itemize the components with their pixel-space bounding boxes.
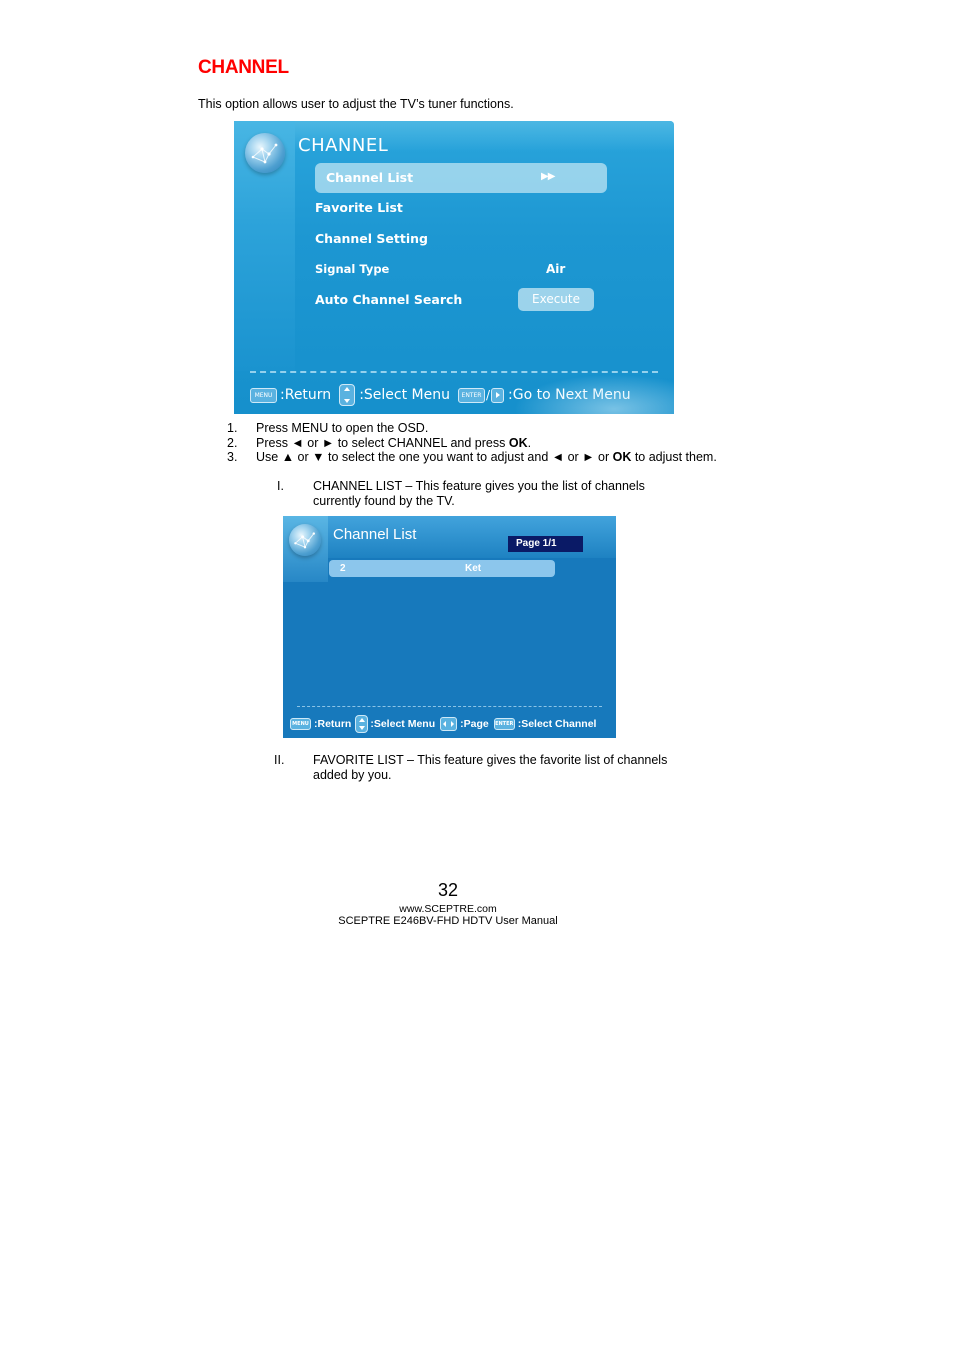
osd-footer-hints: MENU :Return :Select Menu :Page ENTER :S… <box>290 715 596 733</box>
menu-item-label: Channel List <box>326 170 414 185</box>
enter-key-icon: ENTER <box>493 718 515 730</box>
section-intro: This option allows user to adjust the TV… <box>198 97 514 111</box>
select-channel-hint: :Select Channel <box>517 718 597 730</box>
page-indicator: Page 1/1 <box>508 536 583 552</box>
step-bold-text: OK <box>508 435 528 450</box>
channel-name: Ket <box>465 563 482 574</box>
globe-icon <box>289 524 321 556</box>
step-bold-text: OK <box>612 450 632 465</box>
step-number: 3. <box>227 450 238 465</box>
step-item: 3. Use ▲ or ▼ to select the one you want… <box>227 450 722 465</box>
section-heading: CHANNEL <box>198 57 289 78</box>
execute-button[interactable]: Execute <box>518 288 594 311</box>
screen-glare <box>514 374 674 414</box>
step-item: 1. Press MENU to open the OSD. <box>227 421 722 436</box>
step-text: . <box>527 435 532 450</box>
select-menu-hint: :Select Menu <box>359 387 450 403</box>
step-number: 1. <box>227 421 238 435</box>
menu-item-favorite-list[interactable]: Favorite List <box>315 200 403 215</box>
divider <box>297 706 602 707</box>
return-hint: :Return <box>314 718 352 730</box>
page-hint: :Page <box>460 718 489 730</box>
sub-item-number: I. <box>277 479 284 493</box>
menu-item-auto-channel-search[interactable]: Auto Channel Search <box>315 292 462 307</box>
menu-key-icon: MENU <box>250 387 277 403</box>
return-hint: :Return <box>280 387 332 403</box>
osd-title: Channel List <box>333 526 417 543</box>
menu-item-channel-list[interactable]: Channel List ▶▶ <box>315 163 607 193</box>
instruction-steps: 1. Press MENU to open the OSD. 2. Press … <box>227 421 722 465</box>
globe-icon <box>245 133 285 173</box>
step-number: 2. <box>227 435 238 450</box>
slash: / <box>485 388 491 402</box>
menu-key-icon: MENU <box>290 718 311 730</box>
sub-item-text: CHANNEL LIST – This feature gives you th… <box>313 479 645 508</box>
menu-item-channel-setting[interactable]: Channel Setting <box>315 231 428 246</box>
menu-item-signal-type[interactable]: Signal Type <box>315 262 389 276</box>
divider <box>250 371 658 373</box>
manual-title: SCEPTRE E246BV-FHD HDTV User Manual <box>338 915 558 927</box>
select-menu-hint: :Select Menu <box>370 718 436 730</box>
sub-item-text: FAVORITE LIST – This feature gives the f… <box>313 753 668 782</box>
osd-channel-menu: CHANNEL Channel List ▶▶ Favorite List Ch… <box>234 121 674 414</box>
enter-key-icon: ENTER <box>457 387 485 403</box>
right-key-icon <box>491 387 505 403</box>
up-down-key-icon <box>355 715 369 733</box>
page-number: 32 <box>437 880 459 900</box>
sub-item-number: II. <box>274 753 285 767</box>
step-text: Press MENU to open the OSD. <box>256 421 429 435</box>
step-text: Press ◄ or ► to select CHANNEL and press <box>256 435 509 450</box>
step-text: Use ▲ or ▼ to select the one you want to… <box>256 450 613 465</box>
up-down-key-icon <box>339 384 356 406</box>
step-text: to adjust them. <box>631 450 717 465</box>
website-link[interactable]: www.SCEPTRE.com <box>0 903 896 915</box>
osd-title: CHANNEL <box>298 135 389 156</box>
step-item: 2. Press ◄ or ► to select CHANNEL and pr… <box>227 436 722 451</box>
channel-number: 2 <box>340 563 346 574</box>
channel-row[interactable]: 2 Ket <box>329 560 555 577</box>
left-right-key-icon <box>440 717 458 731</box>
osd-channel-list: Channel List Page 1/1 2 Ket MENU :Return… <box>283 516 616 738</box>
signal-type-value[interactable]: Air <box>546 262 565 276</box>
double-arrow-right-icon: ▶▶ <box>541 171 555 182</box>
